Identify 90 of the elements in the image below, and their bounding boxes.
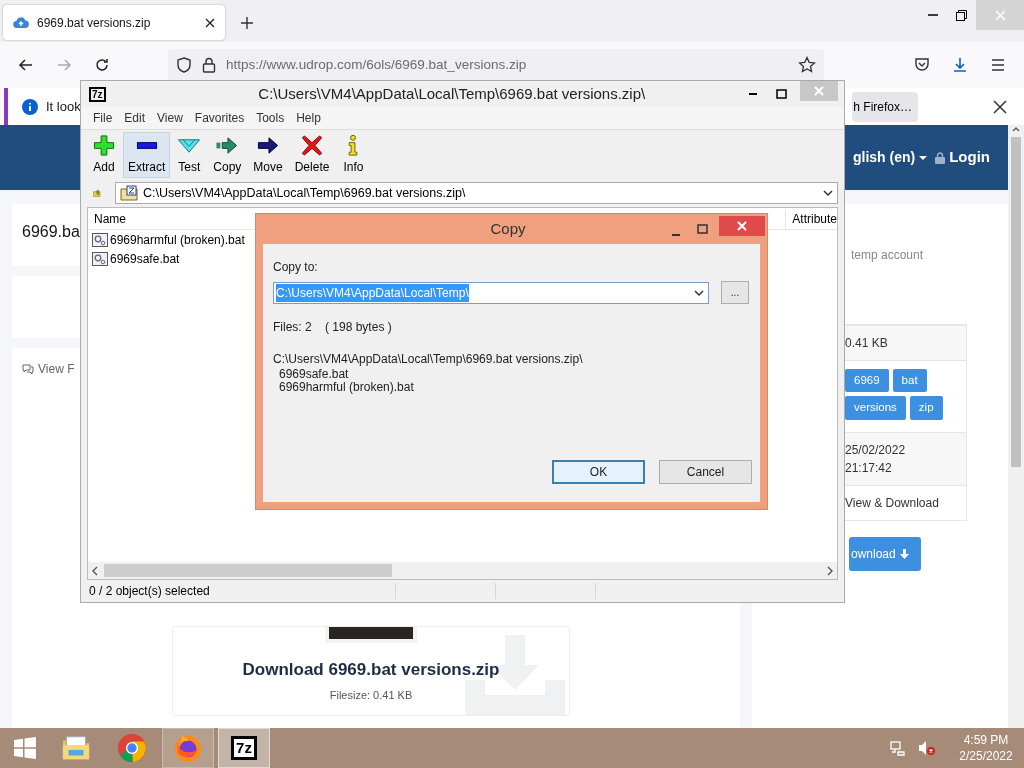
reload-icon [93, 56, 111, 74]
detail-text: View & Download [845, 494, 940, 512]
address-bar[interactable]: https://www.udrop.com/6ols/6969.bat_versions.zip [168, 49, 824, 81]
taskbar-app[interactable]: 7z [218, 728, 270, 768]
comment-icon [22, 363, 34, 375]
file-name[interactable]: 6969safe.bat [110, 249, 180, 268]
chrome-icon [117, 733, 147, 763]
menu-item[interactable]: Edit [118, 109, 152, 127]
window-title: C:\Users\VM4\AppData\Local\Temp\6969.bat versions.zip\ [257, 83, 647, 104]
column-header[interactable]: Name [94, 209, 126, 228]
close-icon [737, 221, 747, 231]
maximize-icon [696, 224, 708, 234]
close-icon [994, 9, 1006, 21]
language-menu[interactable]: glish (en) [852, 147, 916, 168]
lock-icon[interactable] [202, 57, 216, 73]
toolbar-button[interactable]: Test [172, 132, 207, 178]
file-name: 6969harmful (broken).bat [278, 381, 415, 394]
menu-icon [990, 57, 1006, 73]
toolbar-button[interactable]: Add [87, 132, 121, 178]
menu-item[interactable]: File [87, 109, 119, 127]
app-logo: 7z [89, 86, 106, 102]
close-icon [814, 86, 824, 96]
menu-item[interactable]: View [151, 109, 189, 127]
browser-tab[interactable]: 6969.bat versions.zip [3, 5, 225, 40]
field-label: Copy to: [273, 259, 319, 276]
star-icon[interactable] [798, 56, 816, 74]
caret-icon [919, 154, 928, 161]
file-name[interactable]: 6969harmful (broken).bat [110, 230, 245, 249]
toolbar-button[interactable]: Move [248, 132, 288, 178]
plus-icon [240, 16, 254, 30]
network-icon[interactable] [890, 740, 906, 756]
dialog-button[interactable]: Cancel [659, 460, 752, 484]
close-icon [993, 99, 1007, 114]
archive-icon [120, 185, 138, 201]
browse-button[interactable]: ... [721, 281, 749, 304]
toolbar-button[interactable]: Extract [123, 132, 171, 178]
close-icon[interactable] [205, 17, 215, 28]
shield-icon[interactable] [176, 57, 192, 73]
chevron-down-icon [823, 189, 833, 197]
filesize-text: Filesize: 0.41 KB [329, 687, 413, 703]
login-link[interactable]: Login [949, 146, 990, 169]
menu-item[interactable]: Tools [250, 109, 291, 127]
minimize-icon [672, 234, 680, 236]
notification-button[interactable]: h Firefox… [852, 91, 918, 122]
menu-item[interactable]: Help [290, 109, 327, 127]
batch-file-icon [92, 250, 108, 267]
windows-logo-icon [13, 736, 37, 760]
pocket-icon [914, 57, 930, 73]
minimize-icon [927, 14, 938, 16]
dialog-button[interactable]: OK [552, 460, 645, 484]
dialog-title: Copy [489, 218, 527, 239]
notification-text: It look [46, 97, 81, 116]
destination-text: C:\Users\VM4\AppData\Local\Temp\ [276, 283, 469, 302]
horizontal-scrollbar[interactable] [88, 562, 837, 579]
taskbar-app[interactable] [162, 728, 214, 768]
restore-icon [956, 9, 967, 21]
tab-title: 6969.bat versions.zip [37, 14, 152, 32]
source-path: C:\Users\VM4\AppData\Local\Temp\6969.bat versions.zip\ [273, 351, 584, 368]
arrow-down-icon [899, 548, 909, 559]
summary-text: Files: 2 ( 198 bytes ) [273, 319, 393, 336]
detail-text: 25/02/2022 21:17:42 [845, 441, 907, 477]
info-icon [22, 98, 38, 115]
url-text: https://www.udrop.com/6ols/6969.bat_versions.zip [226, 55, 528, 74]
minimize-icon [748, 93, 757, 95]
batch-file-icon [92, 231, 108, 248]
toolbar-button[interactable]: Info [336, 132, 371, 178]
menu-item[interactable]: Favorites [188, 109, 251, 127]
toolbar-button[interactable]: Copy [208, 132, 247, 178]
cloud-upload-icon [13, 14, 29, 31]
path-field[interactable]: C:\Users\VM4\AppData\Local\Temp\6969.bat versions.zip\ [115, 182, 838, 204]
detail-text: 0.41 KB [845, 335, 889, 352]
view-link[interactable]: View F [38, 360, 75, 378]
file-name: 6969safe.bat [278, 368, 350, 381]
speaker-muted-icon[interactable] [918, 740, 936, 756]
download-title: Download 6969.bat versions.zip [242, 659, 500, 681]
arrow-icon [215, 134, 240, 157]
plus-icon [92, 134, 116, 157]
lock-icon [935, 151, 946, 164]
maximize-icon [776, 89, 787, 99]
toolbar-button[interactable]: Delete [289, 132, 335, 178]
status-text: 0 / 2 object(s) selected [89, 583, 211, 600]
cross-icon [300, 134, 325, 157]
arrow-icon [256, 134, 281, 157]
downloads-icon [952, 57, 968, 73]
scrollbar[interactable] [1008, 125, 1024, 728]
firefox-icon [173, 733, 203, 763]
chevron-down-icon [694, 288, 704, 297]
page-title: 6969.ba [22, 223, 80, 240]
column-header[interactable]: Attribute [785, 209, 837, 228]
account-note: temp account [851, 247, 924, 264]
